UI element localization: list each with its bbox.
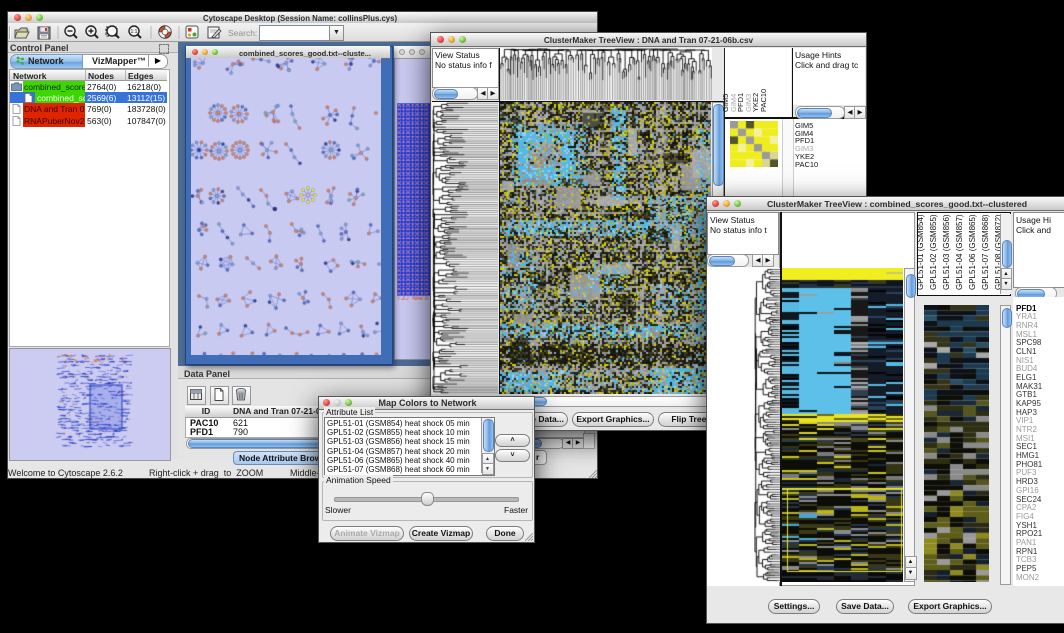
svg-text:1:1: 1:1: [131, 29, 138, 35]
